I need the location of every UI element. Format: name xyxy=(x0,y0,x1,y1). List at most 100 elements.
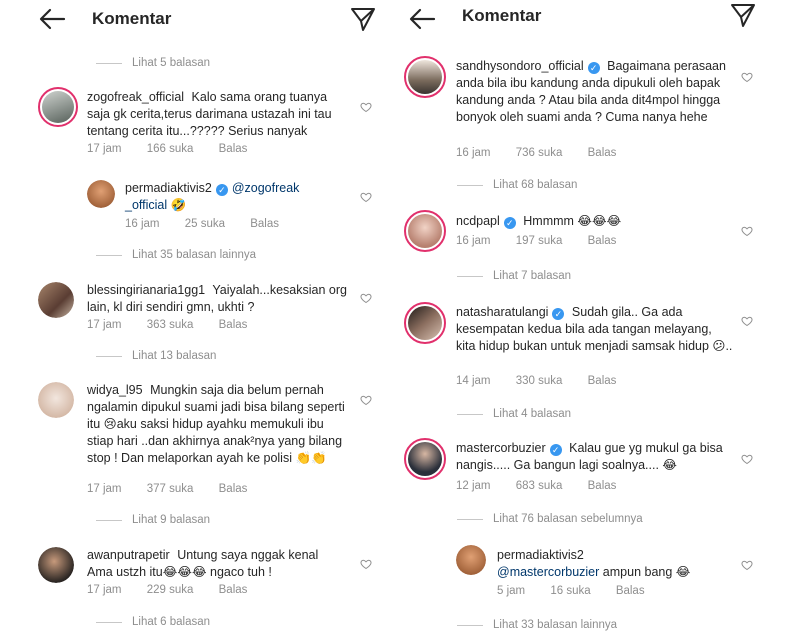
time: 12 jam xyxy=(456,480,491,492)
divider-line xyxy=(457,518,483,520)
divider-line xyxy=(96,519,122,521)
view-replies-link[interactable]: Lihat 68 balasan xyxy=(457,179,577,191)
likes-count[interactable]: 377 suka xyxy=(147,483,194,495)
reply-button[interactable]: Balas xyxy=(588,375,617,387)
comment-item: blessingirianaria1gg1 Yaiyalah...kesaksi… xyxy=(38,282,388,338)
avatar[interactable] xyxy=(404,56,446,98)
left-comments-panel: Komentar Lihat 5 balasan zogofreak_offic… xyxy=(0,0,392,640)
comment-meta: 16 jam 197 suka Balas xyxy=(456,235,638,247)
comment-body: permadiaktivis2 @mastercorbuzier ampun b… xyxy=(497,547,727,581)
view-replies-link[interactable]: Lihat 13 balasan xyxy=(96,350,216,362)
comment-body: natasharatulangi ✓ Sudah gila.. Ga ada ke… xyxy=(456,304,734,355)
reply-button[interactable]: Balas xyxy=(616,585,645,597)
avatar[interactable] xyxy=(404,302,446,344)
likes-count[interactable]: 330 suka xyxy=(516,375,563,387)
likes-count[interactable]: 197 suka xyxy=(516,235,563,247)
likes-count[interactable]: 229 suka xyxy=(147,584,194,596)
comment-body: sandhysondoro_official ✓ Bagaimana perasa… xyxy=(456,58,734,126)
username[interactable]: sandhysondoro_official xyxy=(456,59,584,73)
view-replies-label: Lihat 76 balasan sebelumnya xyxy=(493,513,643,525)
view-replies-label: Lihat 13 balasan xyxy=(132,350,217,362)
time: 17 jam xyxy=(87,319,122,331)
reply-item: permadiaktivis2 @mastercorbuzier ampun b… xyxy=(456,545,786,601)
heart-icon[interactable] xyxy=(360,101,372,113)
username[interactable]: blessingirianaria1gg1 xyxy=(87,283,205,297)
comment-meta: 16 jam 25 suka Balas xyxy=(125,218,301,230)
view-replies-link[interactable]: Lihat 6 balasan xyxy=(96,616,210,628)
view-replies-link[interactable]: Lihat 5 balasan xyxy=(96,57,210,69)
send-icon[interactable] xyxy=(350,6,376,32)
heart-icon[interactable] xyxy=(741,71,753,83)
reply-button[interactable]: Balas xyxy=(588,235,617,247)
divider-line xyxy=(457,624,483,626)
comment-item: widya_l95 Mungkin saja dia belum pernah … xyxy=(38,382,388,500)
avatar[interactable] xyxy=(38,382,74,418)
avatar[interactable] xyxy=(38,87,78,127)
username[interactable]: widya_l95 xyxy=(87,383,143,397)
heart-icon[interactable] xyxy=(741,315,753,327)
likes-count[interactable]: 363 suka xyxy=(147,319,194,331)
username[interactable]: permadiaktivis2 xyxy=(125,181,212,195)
time: 16 jam xyxy=(456,147,491,159)
likes-count[interactable]: 166 suka xyxy=(147,143,194,155)
heart-icon[interactable] xyxy=(741,559,753,571)
comment-body: permadiaktivis2 ✓ @zogofreak _official 🤣 xyxy=(125,180,345,214)
view-replies-link[interactable]: Lihat 7 balasan xyxy=(457,270,571,282)
divider-line xyxy=(96,355,122,357)
avatar[interactable] xyxy=(404,438,446,480)
divider-line xyxy=(96,254,122,256)
heart-icon[interactable] xyxy=(360,292,372,304)
view-replies-link[interactable]: Lihat 4 balasan xyxy=(457,408,571,420)
reply-button[interactable]: Balas xyxy=(219,319,248,331)
comment-body: blessingirianaria1gg1 Yaiyalah...kesaksi… xyxy=(87,282,349,316)
heart-icon[interactable] xyxy=(741,453,753,465)
view-replies-link[interactable]: Lihat 35 balasan lainnya xyxy=(96,249,256,261)
username[interactable]: zogofreak_official xyxy=(87,90,184,104)
reply-button[interactable]: Balas xyxy=(219,143,248,155)
view-replies-link[interactable]: Lihat 9 balasan xyxy=(96,514,210,526)
avatar[interactable] xyxy=(404,210,446,252)
reply-button[interactable]: Balas xyxy=(219,483,248,495)
reply-button[interactable]: Balas xyxy=(250,218,279,230)
username[interactable]: mastercorbuzier xyxy=(456,441,546,455)
likes-count[interactable]: 683 suka xyxy=(516,480,563,492)
view-replies-label: Lihat 33 balasan lainnya xyxy=(493,619,618,631)
likes-count[interactable]: 25 suka xyxy=(185,218,225,230)
right-comments-panel: Komentar sandhysondoro_official ✓ Bagaima… xyxy=(400,0,792,640)
heart-icon[interactable] xyxy=(360,191,372,203)
avatar[interactable] xyxy=(38,282,74,318)
heart-icon[interactable] xyxy=(360,394,372,406)
divider-line xyxy=(96,62,122,64)
divider-line xyxy=(457,184,483,186)
avatar[interactable] xyxy=(456,545,486,575)
reply-button[interactable]: Balas xyxy=(219,584,248,596)
back-arrow-icon[interactable] xyxy=(38,8,66,30)
likes-count[interactable]: 16 suka xyxy=(550,585,590,597)
avatar[interactable] xyxy=(87,180,115,208)
comment-text: ampun bang 😂 xyxy=(602,565,691,579)
view-replies-link[interactable]: Lihat 76 balasan sebelumnya xyxy=(457,513,643,525)
heart-icon[interactable] xyxy=(360,558,372,570)
username[interactable]: awanputrapetir xyxy=(87,548,170,562)
comment-item: zogofreak_official Kalo sama orang tuany… xyxy=(38,87,388,167)
reply-button[interactable]: Balas xyxy=(588,480,617,492)
page-title: Komentar xyxy=(92,9,172,28)
view-replies-label: Lihat 7 balasan xyxy=(493,270,572,282)
heart-icon[interactable] xyxy=(741,225,753,237)
username[interactable]: ncdpapl xyxy=(456,214,500,228)
mention[interactable]: @mastercorbuzier xyxy=(497,565,599,579)
comment-meta: 5 jam 16 suka Balas xyxy=(497,585,667,597)
verified-badge-icon: ✓ xyxy=(549,444,562,456)
likes-count[interactable]: 736 suka xyxy=(516,147,563,159)
time: 14 jam xyxy=(456,375,491,387)
avatar[interactable] xyxy=(38,547,74,583)
back-arrow-icon[interactable] xyxy=(408,8,436,30)
reply-button[interactable]: Balas xyxy=(588,147,617,159)
send-icon[interactable] xyxy=(730,2,756,28)
view-replies-link[interactable]: Lihat 33 balasan lainnya xyxy=(457,619,617,631)
emoji: 🤣 xyxy=(170,198,187,212)
view-replies-label: Lihat 5 balasan xyxy=(132,57,211,69)
username[interactable]: permadiaktivis2 xyxy=(497,548,584,562)
username[interactable]: natasharatulangi xyxy=(456,305,548,319)
divider-line xyxy=(457,413,483,415)
